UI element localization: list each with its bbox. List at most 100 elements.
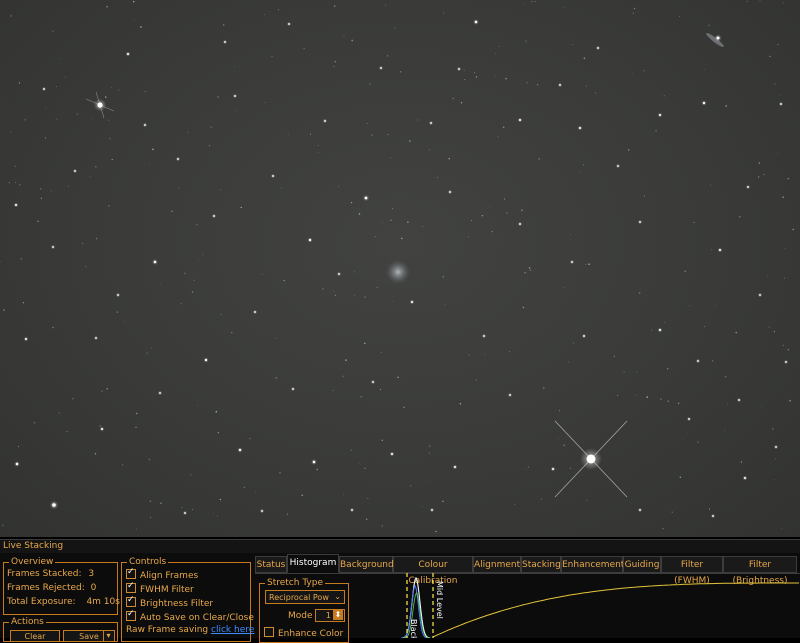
tab-filter-brightness[interactable]: Filter (Brightness): [723, 556, 797, 586]
raw-saving-link[interactable]: click here: [211, 625, 254, 635]
faint-star: [8, 182, 10, 184]
diffraction-spikes: [85, 91, 628, 498]
faint-star: [416, 119, 418, 121]
histogram-chart[interactable]: Black Mid Level: [385, 573, 800, 638]
fwhm-filter-checkbox[interactable]: [126, 581, 136, 593]
clear-button[interactable]: Clear: [10, 630, 60, 642]
star: [449, 191, 451, 193]
faint-star: [777, 43, 779, 46]
brightness-filter-checkbox[interactable]: [126, 595, 136, 607]
faint-star: [374, 236, 376, 238]
faint-star: [215, 410, 218, 413]
faint-star: [22, 302, 25, 304]
faint-star: [135, 528, 137, 530]
faint-star: [360, 396, 362, 398]
faint-star: [381, 439, 383, 441]
faint-star: [190, 474, 192, 476]
faint-star: [689, 305, 691, 307]
faint-star: [235, 535, 236, 537]
faint-star: [616, 394, 619, 397]
mode-value: 1: [325, 611, 331, 620]
faint-star: [739, 215, 741, 218]
star: [52, 503, 56, 507]
faint-star: [222, 24, 225, 26]
faint-star: [633, 7, 636, 10]
faint-star: [309, 133, 312, 135]
faint-star: [428, 149, 431, 151]
faint-star: [650, 329, 653, 331]
faint-star: [81, 242, 84, 245]
frames-stacked-value: 3: [88, 569, 95, 579]
tab-guiding[interactable]: Guiding: [623, 556, 661, 573]
faint-star: [628, 149, 630, 151]
faint-star: [191, 509, 193, 510]
faint-star: [684, 270, 686, 272]
faint-star: [95, 166, 97, 168]
faint-star: [526, 82, 528, 84]
save-button[interactable]: Save ▾: [63, 630, 115, 642]
faint-star: [135, 426, 137, 429]
faint-star: [316, 468, 319, 471]
mode-spinner[interactable]: 1 ⬍: [315, 609, 345, 622]
star: [659, 114, 661, 116]
align-frames-checkbox[interactable]: [126, 567, 136, 579]
faint-star: [220, 188, 222, 190]
enhance-color-checkbox[interactable]: [264, 627, 274, 637]
star: [411, 301, 413, 303]
tab-status[interactable]: Status: [255, 556, 287, 573]
tab-colour-calibration[interactable]: Colour Calibration: [393, 556, 473, 586]
faint-star: [178, 187, 180, 189]
faint-star: [148, 162, 150, 164]
stretch-type-select[interactable]: Reciprocal Pow ⌄: [265, 590, 345, 604]
tab-filter-fwhm[interactable]: Filter (FWHM): [661, 556, 723, 586]
faint-star: [712, 360, 714, 362]
star: [785, 361, 787, 363]
spin-arrows-icon[interactable]: ⬍: [333, 609, 343, 620]
faint-star: [109, 138, 111, 140]
faint-star: [317, 144, 320, 147]
faint-star: [60, 58, 62, 60]
faint-star: [210, 126, 212, 128]
star: [552, 468, 554, 470]
faint-star: [144, 90, 146, 93]
auto-save-checkbox[interactable]: [126, 609, 136, 621]
faint-star: [72, 398, 74, 400]
star: [659, 329, 661, 331]
faint-star: [193, 279, 195, 281]
faint-star: [475, 76, 478, 78]
star: [380, 67, 382, 69]
faint-star: [725, 105, 728, 107]
frames-rejected-value: 0: [90, 583, 97, 593]
raw-saving-row: Raw Frame saving click here: [126, 625, 254, 636]
faint-star: [783, 277, 786, 279]
faint-star: [708, 24, 710, 26]
faint-star: [392, 208, 394, 210]
stretch-type-value: Reciprocal Pow: [269, 593, 329, 602]
tab-stacking[interactable]: Stacking: [521, 556, 561, 573]
faint-star: [99, 425, 101, 427]
faint-star: [781, 527, 783, 529]
tab-histogram[interactable]: Histogram: [287, 554, 339, 573]
faint-star: [159, 282, 161, 284]
faint-star: [343, 493, 345, 495]
stacked-image-view[interactable]: [0, 0, 800, 537]
faint-star: [528, 267, 531, 269]
total-exposure-row: Total Exposure: 4m 10s: [7, 597, 120, 608]
faint-star: [542, 387, 545, 389]
mid-level-label: Mid Level: [435, 581, 444, 619]
faint-star: [338, 186, 340, 188]
tab-background[interactable]: Background: [339, 556, 394, 573]
faint-star: [711, 249, 713, 251]
tab-alignment[interactable]: Alignment: [473, 556, 521, 573]
faint-star: [759, 405, 761, 407]
faint-star: [495, 53, 497, 54]
star: [430, 122, 432, 124]
faint-star: [354, 294, 355, 296]
faint-star: [594, 92, 597, 94]
faint-star: [409, 485, 412, 487]
faint-star: [664, 322, 666, 323]
tab-enhancement[interactable]: Enhancement: [561, 556, 624, 573]
faint-star: [514, 503, 516, 505]
faint-star: [345, 359, 347, 361]
faint-star: [342, 375, 344, 378]
